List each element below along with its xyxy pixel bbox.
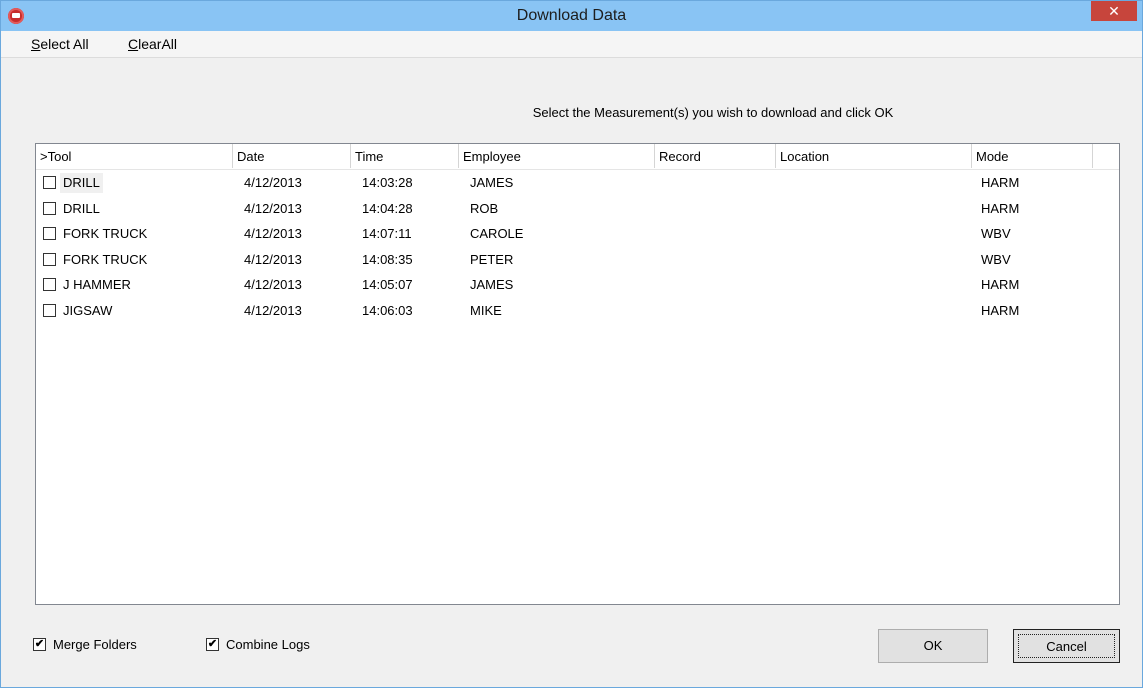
cell-date: 4/12/2013 <box>244 251 302 267</box>
table-row[interactable]: DRILL 4/12/2013 14:04:28 ROB HARM <box>36 196 1119 222</box>
cancel-button-label: Cancel <box>1018 634 1115 658</box>
cell-time: 14:06:03 <box>362 302 413 318</box>
row-checkbox[interactable] <box>43 227 56 240</box>
cell-mode: HARM <box>981 200 1020 216</box>
ok-button[interactable]: OK <box>878 629 988 663</box>
cell-mode: WBV <box>981 226 1011 241</box>
cell-tool: JIGSAW <box>63 302 113 318</box>
cell-employee: JAMES <box>470 175 514 190</box>
combine-logs-checkbox[interactable]: ✔ <box>206 638 219 651</box>
cell-employee: ROB <box>470 200 499 216</box>
cell-tool: DRILL <box>60 173 103 193</box>
menu-select-all[interactable]: Select All <box>31 35 89 53</box>
title-bar[interactable]: Download Data ✕ <box>1 1 1142 31</box>
combine-logs-check-mark: ✔ <box>207 638 218 650</box>
row-checkbox[interactable] <box>43 278 56 291</box>
table-row[interactable]: J HAMMER 4/12/2013 14:05:07 JAMES HARM <box>36 272 1119 298</box>
combine-logs-label[interactable]: Combine Logs <box>226 637 310 653</box>
cell-employee: MIKE <box>470 302 502 318</box>
instruction-text: Select the Measurement(s) you wish to do… <box>532 105 894 120</box>
cell-date: 4/12/2013 <box>244 175 302 190</box>
row-checkbox[interactable] <box>43 252 56 266</box>
cell-time: 14:08:35 <box>362 251 413 267</box>
cell-tool: FORK TRUCK <box>63 226 148 241</box>
list-header: >Tool Date Time Employee Record Location… <box>36 144 1119 170</box>
cell-employee: PETER <box>470 251 514 267</box>
cell-mode: HARM <box>981 302 1020 318</box>
cell-mode: HARM <box>981 175 1020 190</box>
column-header-record[interactable]: Record <box>655 144 776 168</box>
row-checkbox[interactable] <box>43 303 56 317</box>
cell-employee: CAROLE <box>470 226 524 241</box>
menu-clear-all[interactable]: ClearAll <box>128 35 177 53</box>
table-row[interactable]: FORK TRUCK 4/12/2013 14:08:35 PETER WBV <box>36 247 1119 273</box>
cell-tool: J HAMMER <box>63 277 131 292</box>
row-checkbox[interactable] <box>43 176 56 189</box>
download-data-dialog: Download Data ✕ Select All ClearAll Sele… <box>0 0 1143 688</box>
merge-folders-checkbox[interactable]: ✔ <box>33 638 46 651</box>
cancel-button[interactable]: Cancel <box>1013 629 1120 663</box>
column-header-time[interactable]: Time <box>351 144 459 168</box>
window-title: Download Data <box>516 7 627 24</box>
merge-folders-check-mark: ✔ <box>34 638 45 650</box>
column-header-tool[interactable]: >Tool <box>36 144 233 168</box>
column-header-location[interactable]: Location <box>776 144 972 168</box>
cell-time: 14:07:11 <box>362 226 412 241</box>
column-header-date[interactable]: Date <box>233 144 351 168</box>
measurement-list[interactable]: >Tool Date Time Employee Record Location… <box>35 143 1120 605</box>
menu-bar: Select All ClearAll <box>1 31 1142 58</box>
table-row[interactable]: JIGSAW 4/12/2013 14:06:03 MIKE HARM <box>36 298 1119 324</box>
cell-time: 14:03:28 <box>362 175 413 190</box>
column-header-mode[interactable]: Mode <box>972 144 1093 168</box>
table-row[interactable]: FORK TRUCK 4/12/2013 14:07:11 CAROLE WBV <box>36 221 1119 247</box>
row-checkbox[interactable] <box>43 201 56 215</box>
close-button[interactable]: ✕ <box>1091 1 1137 21</box>
cell-mode: HARM <box>981 277 1020 292</box>
cell-date: 4/12/2013 <box>244 277 302 292</box>
cell-mode: WBV <box>981 251 1011 267</box>
cell-tool: DRILL <box>63 200 100 216</box>
cell-tool: FORK TRUCK <box>63 251 148 267</box>
cell-date: 4/12/2013 <box>244 226 302 241</box>
cell-date: 4/12/2013 <box>244 200 302 216</box>
cell-employee: JAMES <box>470 277 514 292</box>
merge-folders-label[interactable]: Merge Folders <box>53 637 137 653</box>
cell-time: 14:04:28 <box>362 200 413 216</box>
cell-time: 14:05:07 <box>362 277 413 292</box>
table-row[interactable]: DRILL 4/12/2013 14:03:28 JAMES HARM <box>36 170 1119 196</box>
cell-date: 4/12/2013 <box>244 302 302 318</box>
column-header-employee[interactable]: Employee <box>459 144 655 168</box>
